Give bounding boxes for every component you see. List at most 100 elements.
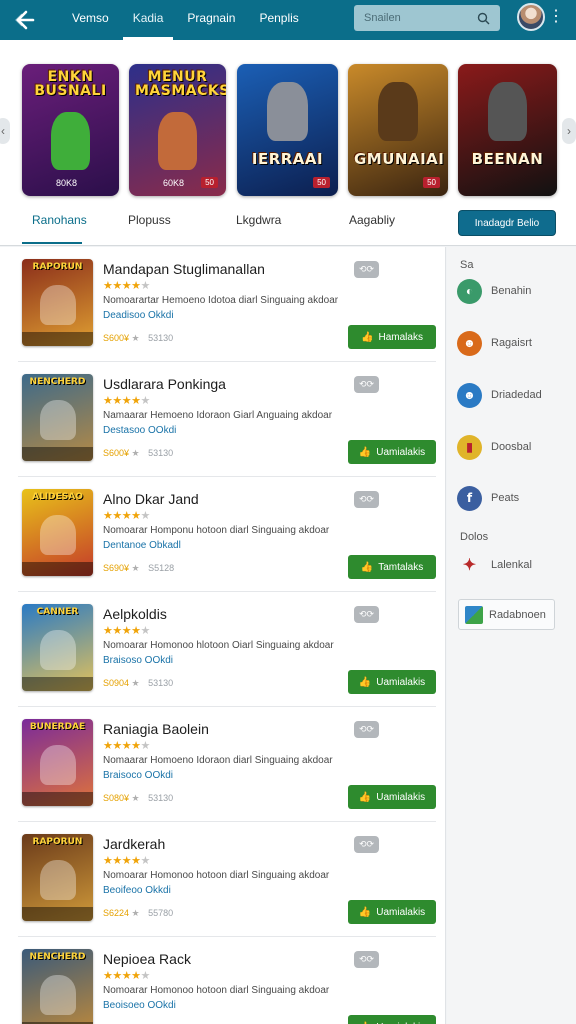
app-thumbnail[interactable]: NENCHERD (22, 374, 93, 461)
nav-link[interactable]: Penplis (249, 0, 308, 40)
nav-link[interactable]: Vemso (62, 0, 119, 40)
featured-title: BEENAN (471, 150, 544, 168)
sidebar-item-label: Lalenkal (491, 559, 532, 571)
developer-link[interactable]: Beoifeoo Okkdi (103, 885, 171, 896)
sidebar-item[interactable]: f Peats (457, 483, 567, 513)
install-button[interactable]: 👍Uamialakis (348, 440, 436, 464)
tab-ranohans[interactable]: Ranohans (32, 213, 87, 227)
nav-link[interactable]: Pragnain (177, 0, 245, 40)
app-title[interactable]: Nepioea Rack (103, 951, 191, 967)
sidebar-box-button[interactable]: Radabnoen (458, 599, 555, 630)
developer-link[interactable]: Braisoco OOkdi (103, 770, 173, 781)
install-button[interactable]: 👍Uamialakis (348, 785, 436, 809)
app-description: Nomoarar Homonoo hlotoon Oiarl Singuaing… (103, 640, 334, 651)
app-row[interactable]: BUNERDAE Raniagia Baolein ★★★★★ Nomaarar Ho… (0, 707, 445, 822)
developer-link[interactable]: Beoisoeo OOkdi (103, 1000, 176, 1011)
more-vert-icon[interactable]: ⋮ (548, 6, 564, 30)
featured-card[interactable]: IERRAAI 50 (237, 64, 338, 196)
app-meta: S6224 ★ 55780 (103, 908, 173, 919)
sidebar-item[interactable]: ▮ Doosbal (457, 432, 567, 462)
thumbnail-title: BUNERDAE (29, 722, 86, 732)
game-art (40, 975, 76, 1015)
share-icon[interactable]: ⟲⟳ (354, 491, 379, 508)
app-row[interactable]: RAPORUN Jardkerah ★★★★★ Nomoarar Homonoo ho… (0, 822, 445, 937)
developer-link[interactable]: Braisoso OOkdi (103, 655, 173, 666)
share-icon[interactable]: ⟲⟳ (354, 261, 379, 278)
app-row[interactable]: NENCHERD Usdlarara Ponkinga ★★★★★ Namaarar … (0, 362, 445, 477)
share-icon[interactable]: ⟲⟳ (354, 606, 379, 623)
app-row[interactable]: NENCHERD Nepioea Rack ★★★★★ Nomoarar Homono… (0, 937, 445, 1024)
right-sidebar: Sa ◐ Benahin ☻ Ragaisrt ☻ Driadedad ▮ Do… (447, 247, 576, 1024)
install-button[interactable]: 👍 Hamalaks (348, 325, 436, 349)
sidebar-item[interactable]: ☻ Driadedad (457, 380, 567, 410)
sidebar-item-label: Driadedad (491, 389, 542, 401)
app-thumbnail[interactable]: BUNERDAE (22, 719, 93, 806)
featured-title: ENKN BUSNALI (34, 69, 107, 99)
app-row[interactable]: ALIDESAO Alno Dkar Jand ★★★★★ Nomoarar Homp… (0, 477, 445, 592)
thumbnail-strip (22, 907, 93, 921)
featured-card[interactable]: ENKN BUSNALI 80K8 (22, 64, 119, 196)
game-art (40, 745, 76, 785)
install-button[interactable]: 👍Uamialakis (348, 1015, 436, 1024)
app-row[interactable]: CANNER Aelpkoldis ★★★★★ Nomoarar Homonoo hl… (0, 592, 445, 707)
tab-plopuss[interactable]: Plopuss (128, 213, 171, 227)
tab-lkgdwra[interactable]: Lkgdwra (236, 213, 281, 227)
search-icon[interactable] (472, 5, 494, 31)
sidebar-heading: Dolos (460, 531, 489, 543)
star-rating: ★★★★★ (103, 855, 150, 867)
developer-link[interactable]: Destasoo OOkdi (103, 425, 176, 436)
nav-link-active[interactable]: Kadia (122, 0, 174, 40)
app-description: Nomoarar Homonoo hotoon diarl Singuaing … (103, 870, 330, 881)
chevron-left-icon[interactable]: ‹ (0, 118, 10, 144)
install-button[interactable]: 👍Uamialakis (348, 670, 436, 694)
sidebar-item[interactable]: ☻ Ragaisrt (457, 328, 567, 358)
share-icon[interactable]: ⟲⟳ (354, 376, 379, 393)
star-rating: ★★★★★ (103, 395, 150, 407)
hero-avatar-icon: ☻ (457, 330, 482, 356)
app-title[interactable]: Usdlarara Ponkinga (103, 376, 226, 392)
cta-button[interactable]: Inadagdr Belio (458, 210, 556, 236)
game-art (487, 82, 528, 141)
featured-title: MENUR MASMACKS (135, 69, 226, 99)
featured-price: 60K8 (163, 178, 185, 188)
search-input[interactable] (354, 5, 472, 31)
app-thumbnail[interactable]: NENCHERD (22, 949, 93, 1024)
share-icon[interactable]: ⟲⟳ (354, 951, 379, 968)
thumbnail-strip (22, 562, 93, 576)
star-rating: ★★★★★ (103, 625, 150, 637)
install-button[interactable]: 👍 Tamtalaks (348, 555, 436, 579)
star-rating: ★★★★★ (103, 280, 150, 292)
back-arrow-icon[interactable] (0, 0, 48, 40)
featured-card[interactable]: MENUR MASMACKS 60K8 50 (129, 64, 226, 196)
app-thumbnail[interactable]: CANNER (22, 604, 93, 691)
featured-card[interactable]: BEENAN (458, 64, 557, 196)
featured-carousel: ‹ ENKN BUSNALI 80K8 MENUR MASMACKS 60K8 … (0, 40, 576, 202)
app-title[interactable]: Raniagia Baolein (103, 721, 209, 737)
app-title[interactable]: Jardkerah (103, 836, 165, 852)
top-nav: Vemso Kadia Pragnain Penplis (48, 0, 309, 40)
app-thumbnail[interactable]: RAPORUN (22, 834, 93, 921)
tab-aagabliy[interactable]: Aagabliy (349, 213, 395, 227)
thumbnail-title: NENCHERD (29, 377, 86, 387)
sidebar-item[interactable]: ◐ Benahin (457, 276, 567, 306)
app-thumbnail[interactable]: ALIDESAO (22, 489, 93, 576)
app-title[interactable]: Alno Dkar Jand (103, 491, 199, 507)
avatar[interactable] (517, 3, 545, 31)
chevron-right-icon[interactable]: › (562, 118, 576, 144)
app-rating-count: 53130 (148, 333, 174, 343)
app-thumbnail[interactable]: RAPORUN (22, 259, 93, 346)
game-character-icon: ◐ (457, 278, 482, 304)
app-meta: S0904 ★ 53130 (103, 678, 173, 689)
developer-link[interactable]: Dentanoe Obkadl (103, 540, 181, 551)
share-icon[interactable]: ⟲⟳ (354, 836, 379, 853)
developer-link[interactable]: Deadisoo Okkdi (103, 310, 174, 321)
featured-card[interactable]: GMUNAIAI 50 (348, 64, 448, 196)
thumbs-up-icon: 👍 (360, 561, 374, 573)
app-title[interactable]: Aelpkoldis (103, 606, 167, 622)
app-row[interactable]: RAPORUN Mandapan Stuglimanallan ★★★★★ Nomoa… (0, 247, 445, 362)
sidebar-item[interactable]: ✦ Lalenkal (457, 550, 567, 580)
facebook-icon: f (457, 485, 482, 511)
install-button[interactable]: 👍Uamialakis (348, 900, 436, 924)
share-icon[interactable]: ⟲⟳ (354, 721, 379, 738)
app-title[interactable]: Mandapan Stuglimanallan (103, 261, 265, 277)
